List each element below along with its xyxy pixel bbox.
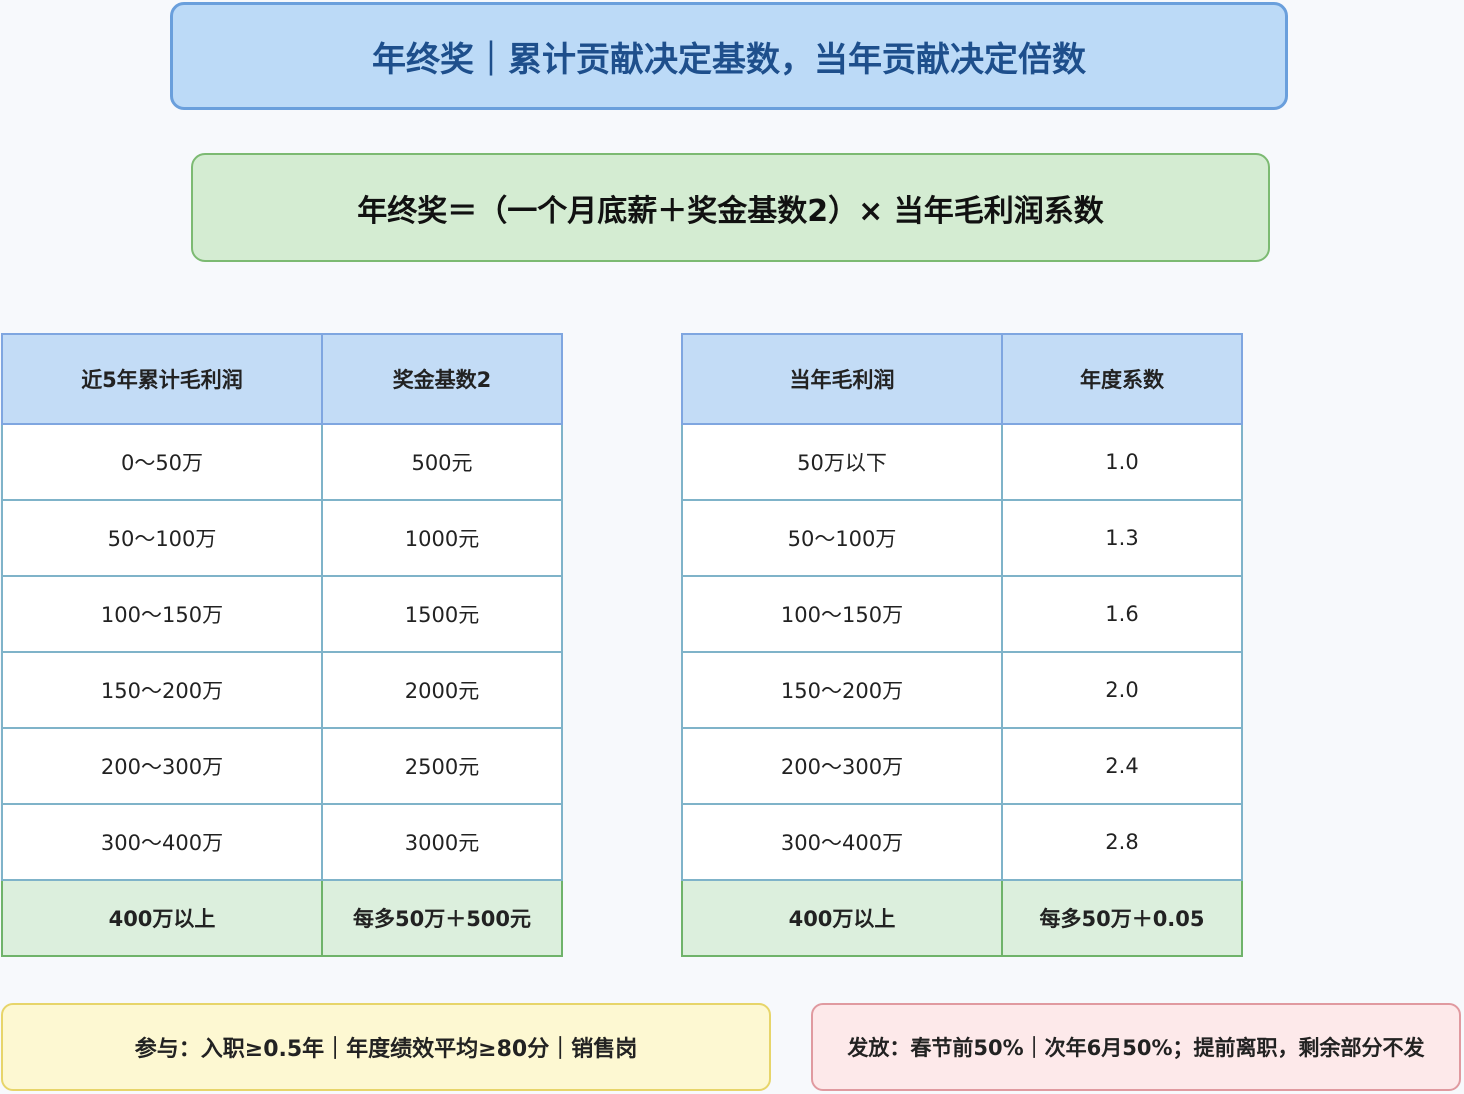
cell-value: 2.4	[1001, 727, 1243, 805]
table-row: 200～300万 2500元	[1, 727, 563, 805]
cell-value: 3000元	[321, 803, 563, 881]
cell-range: 0～50万	[1, 423, 323, 501]
participation-text: 参与：入职≥0.5年｜年度绩效平均≥80分｜销售岗	[134, 1037, 638, 1062]
cell-range: 150～200万	[681, 651, 1003, 729]
table-row: 100～150万 1500元	[1, 575, 563, 653]
cell-range: 100～150万	[1, 575, 323, 653]
cell-value: 1500元	[321, 575, 563, 653]
header-annual-profit: 当年毛利润	[681, 333, 1003, 425]
cell-range: 300～400万	[1, 803, 323, 881]
payout-note: 发放：春节前50%｜次年6月50%；提前离职，剩余部分不发	[811, 1003, 1461, 1091]
table-row: 300～400万 2.8	[681, 803, 1243, 881]
title-banner: 年终奖｜累计贡献决定基数，当年贡献决定倍数	[170, 2, 1288, 110]
cell-value: 2500元	[321, 727, 563, 805]
table-row: 300～400万 3000元	[1, 803, 563, 881]
title-text: 年终奖｜累计贡献决定基数，当年贡献决定倍数	[372, 39, 1086, 80]
table-row: 150～200万 2000元	[1, 651, 563, 729]
table-row: 50万以下 1.0	[681, 423, 1243, 501]
cell-range: 50～100万	[681, 499, 1003, 577]
cell-value: 每多50万＋0.05	[1001, 879, 1243, 957]
table-row-summary: 400万以上 每多50万＋0.05	[681, 879, 1243, 957]
table-header-row: 当年毛利润 年度系数	[681, 333, 1243, 425]
header-annual-coefficient: 年度系数	[1001, 333, 1243, 425]
cell-range: 50万以下	[681, 423, 1003, 501]
cell-value: 每多50万＋500元	[321, 879, 563, 957]
table-header-row: 近5年累计毛利润 奖金基数2	[1, 333, 563, 425]
table-row: 200～300万 2.4	[681, 727, 1243, 805]
cell-range: 50～100万	[1, 499, 323, 577]
payout-text: 发放：春节前50%｜次年6月50%；提前离职，剩余部分不发	[847, 1036, 1425, 1060]
table-row-summary: 400万以上 每多50万＋500元	[1, 879, 563, 957]
table-row: 100～150万 1.6	[681, 575, 1243, 653]
cell-range: 400万以上	[681, 879, 1003, 957]
cell-value: 500元	[321, 423, 563, 501]
cell-value: 1.0	[1001, 423, 1243, 501]
annual-profit-table: 当年毛利润 年度系数 50万以下 1.0 50～100万 1.3 100～150…	[681, 333, 1243, 957]
cell-range: 200～300万	[1, 727, 323, 805]
header-cumulative-profit: 近5年累计毛利润	[1, 333, 323, 425]
table-row: 50～100万 1000元	[1, 499, 563, 577]
header-bonus-base: 奖金基数2	[321, 333, 563, 425]
cell-range: 300～400万	[681, 803, 1003, 881]
cell-range: 150～200万	[1, 651, 323, 729]
participation-note: 参与：入职≥0.5年｜年度绩效平均≥80分｜销售岗	[1, 1003, 771, 1091]
cell-value: 1.6	[1001, 575, 1243, 653]
table-row: 150～200万 2.0	[681, 651, 1243, 729]
cell-range: 100～150万	[681, 575, 1003, 653]
cell-value: 2.0	[1001, 651, 1243, 729]
formula-banner: 年终奖＝（一个月底薪＋奖金基数2）× 当年毛利润系数	[191, 153, 1270, 262]
cell-value: 1.3	[1001, 499, 1243, 577]
cell-range: 200～300万	[681, 727, 1003, 805]
cumulative-profit-table: 近5年累计毛利润 奖金基数2 0～50万 500元 50～100万 1000元 …	[1, 333, 563, 957]
cell-value: 2.8	[1001, 803, 1243, 881]
cell-range: 400万以上	[1, 879, 323, 957]
cell-value: 2000元	[321, 651, 563, 729]
table-row: 50～100万 1.3	[681, 499, 1243, 577]
formula-text: 年终奖＝（一个月底薪＋奖金基数2）× 当年毛利润系数	[357, 193, 1104, 229]
cell-value: 1000元	[321, 499, 563, 577]
table-row: 0～50万 500元	[1, 423, 563, 501]
